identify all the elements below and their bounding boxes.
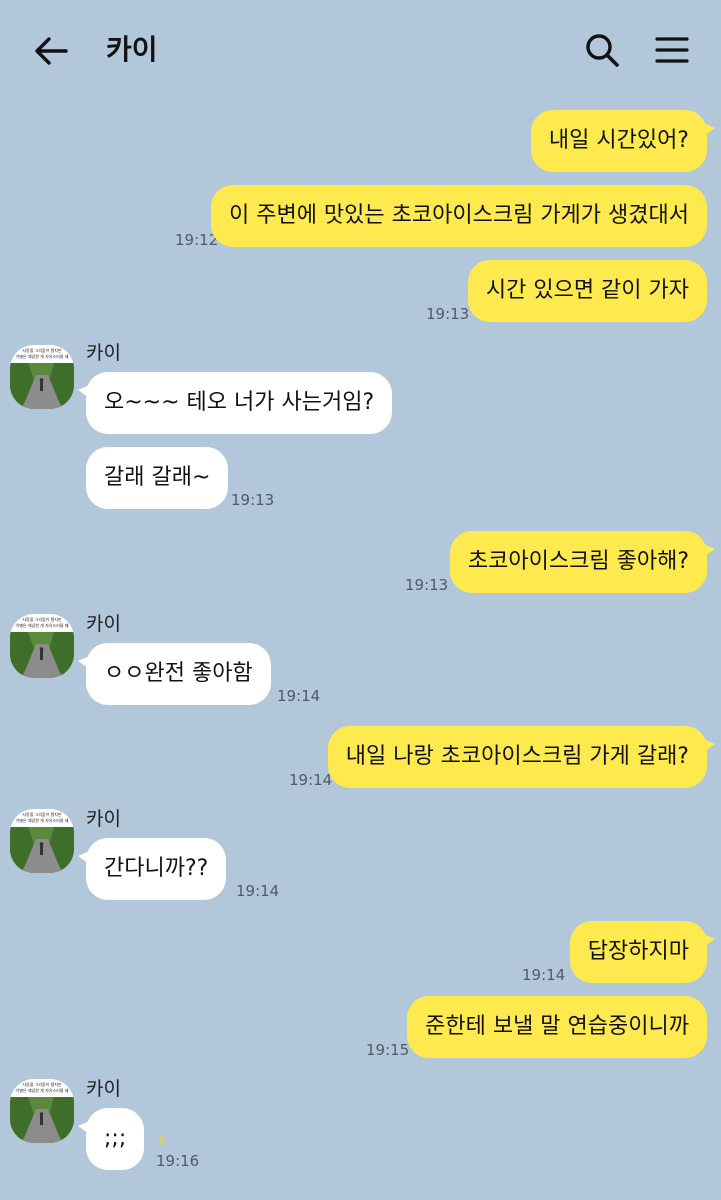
my-message[interactable]: 초코아이스크림 좋아해? (449, 531, 716, 593)
message-time: 19:14 (522, 966, 566, 984)
avatar-caption-line-1: 사랑을 그리움이 됐지만 (22, 811, 62, 817)
message-time: 19:14 (289, 771, 333, 789)
my-message[interactable]: 이 주변에 맛있는 초코아이스크림 가게가 생겼대서 (210, 185, 707, 247)
message-time: 19:15 (366, 1041, 410, 1059)
my-message[interactable]: 내일 나랑 초코아이스크림 가게 갈래? (327, 726, 716, 788)
avatar-caption-line-1: 사랑을 그리움이 됐지만 (22, 1081, 62, 1087)
message-time: 19:14 (277, 687, 321, 705)
their-message[interactable]: ㅇㅇ완전 좋아함 (78, 643, 271, 705)
message-time: 19:14 (236, 882, 280, 900)
their-message[interactable]: 갈래 갈래~ (86, 447, 229, 509)
avatar-caption-line-2: 이별은 체념한 게 자유스러울 때 (16, 817, 69, 823)
sender-name: 카이 (86, 613, 121, 635)
avatar[interactable]: 사랑을 그리움이 됐지만 이별은 체념한 게 자유스러울 때 (10, 614, 74, 678)
message-time: 19:16 (156, 1152, 200, 1170)
avatar-caption-line-2: 이별은 체념한 게 자유스러울 때 (16, 353, 69, 359)
hamburger-menu-icon (655, 37, 689, 63)
avatar-caption-line-1: 사랑을 그리움이 됐지만 (22, 616, 62, 622)
my-message[interactable]: 답장하지마 (569, 921, 716, 983)
avatar[interactable]: 사랑을 그리움이 됐지만 이별은 체념한 게 자유스러울 때 (10, 345, 74, 409)
sender-name: 카이 (86, 342, 121, 364)
search-icon (586, 34, 619, 67)
sender-name: 카이 (86, 808, 121, 830)
message-time: 19:13 (426, 305, 470, 323)
their-message[interactable]: 오~~~ 테오 너가 사는거임? (77, 372, 393, 434)
my-message[interactable]: 내일 시간있어? (530, 110, 716, 172)
my-message[interactable]: 준한테 보낼 말 연습중이니까 (407, 996, 707, 1058)
unread-count: 1 (157, 1132, 167, 1150)
message-time: 19:12 (175, 231, 219, 249)
avatar[interactable]: 사랑을 그리움이 됐지만 이별은 체념한 게 자유스러울 때 (10, 1079, 74, 1143)
avatar-caption-line-1: 사랑을 그리움이 됐지만 (22, 347, 62, 353)
their-message[interactable]: ;;; (77, 1108, 145, 1170)
search-button[interactable] (580, 28, 624, 72)
sender-name: 카이 (86, 1078, 121, 1100)
back-button[interactable] (30, 30, 72, 72)
avatar[interactable]: 사랑을 그리움이 됐지만 이별은 체념한 게 자유스러울 때 (10, 809, 74, 873)
message-time: 19:13 (231, 491, 275, 509)
menu-button[interactable] (650, 28, 694, 72)
arrow-left-icon (35, 37, 68, 65)
chat-title: 카이 (106, 33, 158, 66)
avatar-caption-line-2: 이별은 체념한 게 자유스러울 때 (16, 1087, 69, 1093)
avatar-caption-line-2: 이별은 체념한 게 자유스러울 때 (16, 622, 69, 628)
chat-header: 카이 (0, 0, 721, 100)
my-message[interactable]: 시간 있으면 같이 가자 (467, 260, 707, 322)
message-time: 19:13 (405, 576, 449, 594)
their-message[interactable]: 간다니까?? (77, 838, 227, 900)
